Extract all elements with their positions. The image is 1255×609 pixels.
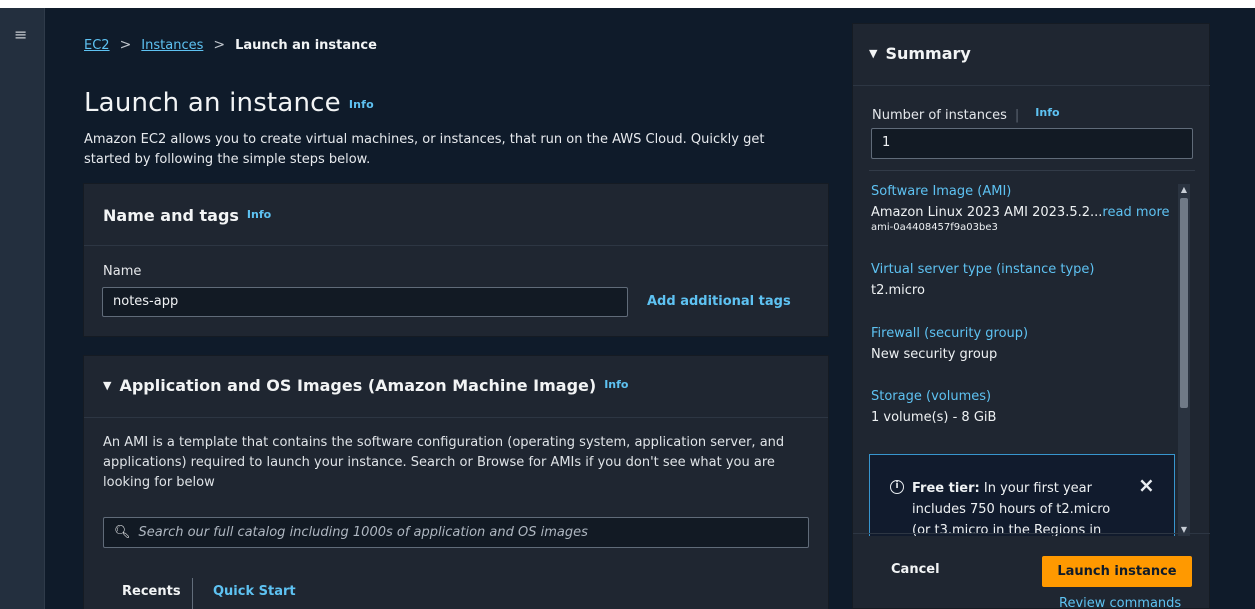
breadcrumb-instances[interactable]: Instances (141, 38, 203, 53)
close-icon[interactable]: × (1138, 473, 1155, 497)
chevron-right-icon: > (119, 37, 132, 53)
caret-down-icon[interactable]: ▼ (869, 47, 877, 60)
name-tags-title: Name and tags (103, 206, 239, 225)
ami-search-input[interactable]: 🔍︎ Search our full catalog including 100… (103, 517, 809, 548)
summary-panel: ▼ Summary Number of instances | Info 1 Soft… (852, 23, 1211, 609)
search-placeholder: Search our full catalog including 1000s … (138, 525, 588, 540)
label-divider: | (1014, 108, 1020, 123)
scroll-thumb[interactable] (1180, 198, 1188, 408)
name-label: Name (103, 264, 142, 279)
caret-down-icon[interactable]: ▼ (103, 379, 111, 392)
summary-item-title: Virtual server type (instance type) (871, 262, 1095, 277)
free-tier-label: Free tier: (912, 481, 980, 496)
instances-input[interactable]: 1 (871, 128, 1193, 159)
summary-footer-divider (853, 533, 1211, 534)
summary-item-sub: ami-0a4408457f9a03be3 (871, 222, 998, 233)
summary-divider (869, 170, 1195, 171)
page-info-link[interactable]: Info (349, 98, 374, 111)
scroll-up-icon[interactable]: ▲ (1180, 186, 1188, 194)
summary-item-title: Software Image (AMI) (871, 184, 1012, 199)
instances-info-link[interactable]: Info (1035, 106, 1059, 119)
left-navigation-rail: ≡ (0, 8, 45, 609)
page-title: Launch an instance Info (84, 88, 374, 118)
summary-item-value: t2.micro (871, 283, 925, 298)
summary-ami-name: Amazon Linux 2023 AMI 2023.5.2... (871, 205, 1103, 220)
info-circle-icon: i (890, 480, 904, 494)
main-content: EC2 > Instances > Launch an instance Lau… (45, 8, 842, 609)
cancel-button[interactable]: Cancel (891, 562, 940, 577)
summary-item-value: New security group (871, 347, 998, 362)
name-input[interactable]: notes-app (102, 287, 628, 317)
summary-scrollbar[interactable]: ▲ ▼ (1178, 184, 1190, 536)
page-description: Amazon EC2 allows you to create virtual … (84, 132, 765, 167)
free-tier-alert: i Free tier: In your first year includes… (869, 454, 1175, 536)
ami-panel: ▼ Application and OS Images (Amazon Machi… (83, 355, 829, 609)
name-tags-header: Name and tags Info (84, 184, 828, 246)
summary-item-title: Storage (volumes) (871, 389, 992, 404)
ami-tabs: Recents Quick Start (104, 578, 434, 609)
top-edge (0, 0, 1255, 8)
breadcrumb: EC2 > Instances > Launch an instance (84, 36, 377, 54)
menu-icon[interactable]: ≡ (14, 27, 30, 43)
summary-item-value: 1 volume(s) - 8 GiB (871, 410, 997, 425)
name-tags-info-link[interactable]: Info (247, 208, 271, 221)
summary-item: Firewall (security group) New security g… (871, 326, 1028, 362)
tab-quick-start[interactable]: Quick Start (213, 584, 296, 599)
review-commands-link[interactable]: Review commands (1059, 596, 1181, 609)
summary-item: Virtual server type (instance type) t2.m… (871, 262, 1094, 298)
summary-item: Storage (volumes) 1 volume(s) - 8 GiB (871, 389, 996, 425)
summary-item-title: Firewall (security group) (871, 326, 1029, 341)
instances-label-text: Number of instances (872, 108, 1007, 123)
free-tier-text: Free tier: In your first year includes 7… (912, 478, 1122, 536)
summary-item: Software Image (AMI) Amazon Linux 2023 A… (871, 184, 1170, 233)
breadcrumb-current: Launch an instance (235, 37, 377, 53)
right-strip (1210, 8, 1255, 609)
instances-label: Number of instances | Info (872, 106, 1060, 123)
ami-header[interactable]: ▼ Application and OS Images (Amazon Machi… (84, 356, 828, 418)
add-tags-link[interactable]: Add additional tags (647, 294, 791, 309)
name-tags-panel: Name and tags Info Name notes-app Add add… (83, 183, 829, 337)
tab-recents[interactable]: Recents (122, 584, 181, 599)
ami-description: An AMI is a template that contains the s… (103, 435, 785, 490)
summary-scroll-content[interactable]: Software Image (AMI) Amazon Linux 2023 A… (869, 184, 1177, 536)
page-title-text: Launch an instance (84, 88, 341, 118)
tab-divider (192, 578, 193, 609)
summary-title: Summary (885, 44, 971, 63)
ami-info-link[interactable]: Info (604, 378, 628, 391)
read-more-link[interactable]: read more (1102, 205, 1169, 220)
ami-title: Application and OS Images (Amazon Machin… (119, 376, 597, 395)
summary-header[interactable]: ▼ Summary (853, 24, 1211, 86)
summary-item-value: Amazon Linux 2023 AMI 2023.5.2...read mo… (871, 205, 1170, 220)
search-icon: 🔍︎ (114, 525, 131, 540)
launch-instance-button[interactable]: Launch instance (1042, 556, 1192, 587)
chevron-right-icon: > (213, 37, 226, 53)
breadcrumb-ec2[interactable]: EC2 (84, 38, 110, 53)
